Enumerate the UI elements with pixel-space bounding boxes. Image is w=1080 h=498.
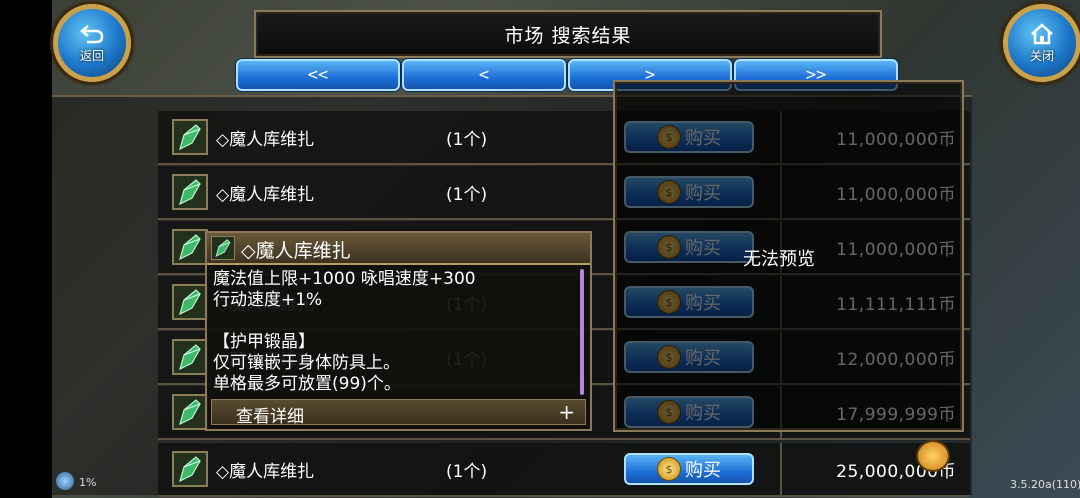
crystal-icon	[172, 394, 208, 430]
crystal-icon	[211, 236, 235, 260]
list-item[interactable]: ◇魔人库维扎 (1个) $ 购买 25,000,000币	[158, 443, 970, 497]
item-tooltip: ◇魔人库维扎 魔法值上限+1000 咏唱速度+300 行动速度+1% 【护甲锻晶…	[205, 231, 592, 431]
coin-icon: $	[657, 457, 681, 481]
buy-button[interactable]: $购买	[624, 453, 754, 485]
globe-icon	[56, 472, 74, 490]
tooltip-description: 魔法值上限+1000 咏唱速度+300 行动速度+1% 【护甲锻晶】 仅可镶嵌于…	[213, 269, 476, 394]
page-title: 市场 搜索结果	[254, 10, 882, 58]
item-name: ◇魔人库维扎	[216, 462, 315, 482]
first-page-button[interactable]: <<	[236, 59, 400, 91]
preview-message: 无法预览	[743, 249, 815, 270]
crystal-icon	[172, 229, 208, 265]
tooltip-title: ◇魔人库维扎	[241, 240, 351, 262]
prev-page-button[interactable]: <	[402, 59, 566, 91]
item-name: ◇魔人库维扎	[216, 130, 315, 150]
item-quantity: (1个)	[446, 462, 488, 482]
view-details-button[interactable]: 查看详细 +	[211, 399, 586, 427]
tooltip-scrollbar[interactable]	[580, 269, 584, 395]
crystal-icon	[172, 174, 208, 210]
tooltip-header: ◇魔人库维扎	[207, 233, 590, 265]
first-page-label: <<	[307, 65, 329, 85]
version-label: 3.5.20a(110)	[1010, 478, 1080, 491]
item-name: ◇魔人库维扎	[216, 185, 315, 205]
back-arrow-icon	[80, 24, 104, 43]
pet-icon[interactable]	[916, 440, 950, 472]
preview-panel: 无法预览	[613, 80, 964, 432]
close-button[interactable]: 关闭	[1003, 4, 1080, 82]
prev-page-label: <	[478, 65, 490, 85]
crystal-icon	[172, 451, 208, 487]
expand-icon: +	[558, 400, 575, 424]
crystal-icon	[172, 119, 208, 155]
crystal-icon	[172, 339, 208, 375]
column-divider	[780, 443, 782, 495]
home-icon	[1031, 22, 1053, 44]
page-title-text: 市场 搜索结果	[504, 24, 632, 47]
item-quantity: (1个)	[446, 185, 488, 205]
battery-percent: 1%	[79, 476, 97, 489]
back-label: 返回	[79, 48, 104, 63]
view-details-label: 查看详细	[236, 407, 304, 427]
back-button[interactable]: 返回	[53, 4, 131, 82]
close-label: 关闭	[1029, 48, 1054, 63]
crystal-icon	[172, 284, 208, 320]
buy-label: 购买	[685, 460, 721, 481]
item-quantity: (1个)	[446, 130, 488, 150]
left-letterbox	[0, 0, 52, 498]
